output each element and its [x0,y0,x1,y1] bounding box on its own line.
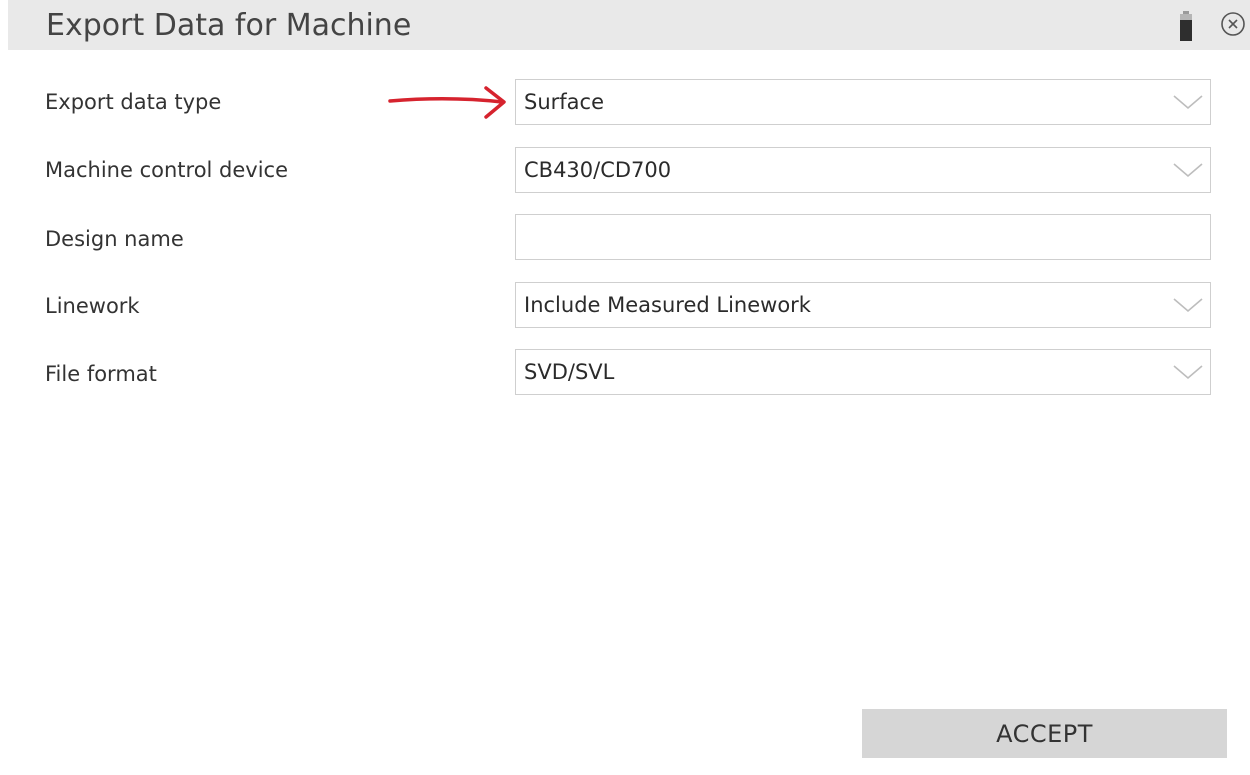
machine-control-device-dropdown[interactable]: CB430/CD700 [515,147,1211,193]
linework-label: Linework [45,294,140,318]
export-data-type-dropdown[interactable]: Surface [515,79,1211,125]
file-format-dropdown[interactable]: SVD/SVL [515,349,1211,395]
title-bar: Export Data for Machine [8,0,1250,50]
linework-value: Include Measured Linework [524,293,811,317]
chevron-down-icon [1173,95,1203,110]
chevron-down-icon [1173,365,1203,380]
chevron-down-icon [1173,163,1203,178]
red-arrow-annotation [388,86,506,119]
design-name-input[interactable] [515,214,1211,260]
export-data-type-label: Export data type [45,90,222,114]
window-title: Export Data for Machine [46,8,412,43]
close-icon[interactable] [1220,11,1246,37]
export-data-type-value: Surface [524,90,605,114]
accept-button[interactable]: ACCEPT [862,709,1227,758]
design-name-label: Design name [45,227,184,251]
file-format-value: SVD/SVL [524,360,615,384]
file-format-label: File format [45,362,157,386]
linework-dropdown[interactable]: Include Measured Linework [515,282,1211,328]
chevron-down-icon [1173,298,1203,313]
machine-control-device-value: CB430/CD700 [524,158,672,182]
battery-icon [1180,11,1192,41]
machine-control-device-label: Machine control device [45,158,289,182]
